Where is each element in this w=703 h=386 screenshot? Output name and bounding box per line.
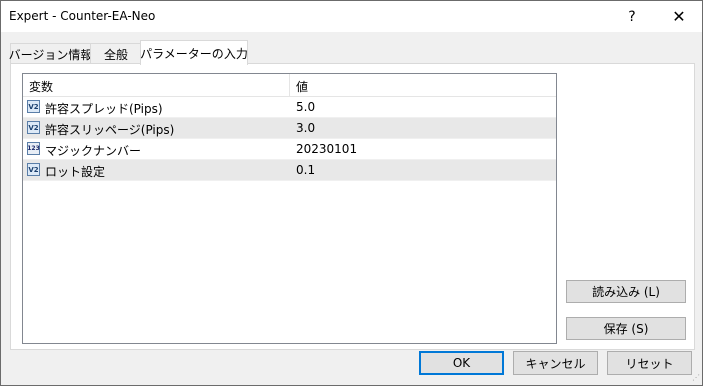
integer-value-icon: 123 xyxy=(27,142,40,155)
window-title: Expert - Counter-EA-Neo xyxy=(9,9,156,23)
parameter-value[interactable]: 3.0 xyxy=(296,121,315,135)
parameters-table: 変数 値 V2 許容スプレッド(Pips) 5.0 V2 許容スリッページ(Pi… xyxy=(22,73,557,344)
title-bar[interactable]: Expert - Counter-EA-Neo ? ✕ xyxy=(1,1,702,32)
load-button[interactable]: 読み込み (L) xyxy=(566,280,686,303)
double-value-icon: V2 xyxy=(27,163,40,176)
save-button[interactable]: 保存 (S) xyxy=(566,317,686,340)
parameter-name: ロット設定 xyxy=(45,165,106,179)
tab-general[interactable]: 全般 xyxy=(90,43,142,64)
parameter-value[interactable]: 0.1 xyxy=(296,163,315,177)
parameter-name: マジックナンバー xyxy=(45,144,142,158)
parameter-name: 許容スリッページ(Pips) xyxy=(45,123,175,137)
column-header-variable[interactable]: 変数 xyxy=(29,78,53,95)
table-header: 変数 値 xyxy=(23,74,556,97)
parameter-value[interactable]: 20230101 xyxy=(296,142,357,156)
parameter-value[interactable]: 5.0 xyxy=(296,100,315,114)
table-row[interactable]: V2 許容スプレッド(Pips) 5.0 xyxy=(23,97,556,118)
help-icon[interactable]: ? xyxy=(609,1,655,32)
parameter-name: 許容スプレッド(Pips) xyxy=(45,102,163,116)
close-icon[interactable]: ✕ xyxy=(656,1,702,32)
column-header-value[interactable]: 値 xyxy=(296,78,308,95)
table-row[interactable]: 123 マジックナンバー 20230101 xyxy=(23,139,556,160)
column-separator[interactable] xyxy=(289,74,290,96)
table-row[interactable]: V2 ロット設定 0.1 xyxy=(23,160,556,181)
parameters-panel: 変数 値 V2 許容スプレッド(Pips) 5.0 V2 許容スリッページ(Pi… xyxy=(10,63,695,350)
double-value-icon: V2 xyxy=(27,100,40,113)
expert-properties-dialog: Expert - Counter-EA-Neo ? ✕ バージョン情報 全般 パ… xyxy=(0,0,703,386)
reset-button[interactable]: リセット xyxy=(607,351,692,375)
ok-button[interactable]: OK xyxy=(419,351,504,375)
resize-grip-icon[interactable]: ⋰ xyxy=(690,373,700,383)
double-value-icon: V2 xyxy=(27,121,40,134)
tab-version-info[interactable]: バージョン情報 xyxy=(9,43,92,64)
cancel-button[interactable]: キャンセル xyxy=(513,351,598,375)
table-row[interactable]: V2 許容スリッページ(Pips) 3.0 xyxy=(23,118,556,139)
tab-parameters[interactable]: パラメーターの入力 xyxy=(140,40,248,65)
